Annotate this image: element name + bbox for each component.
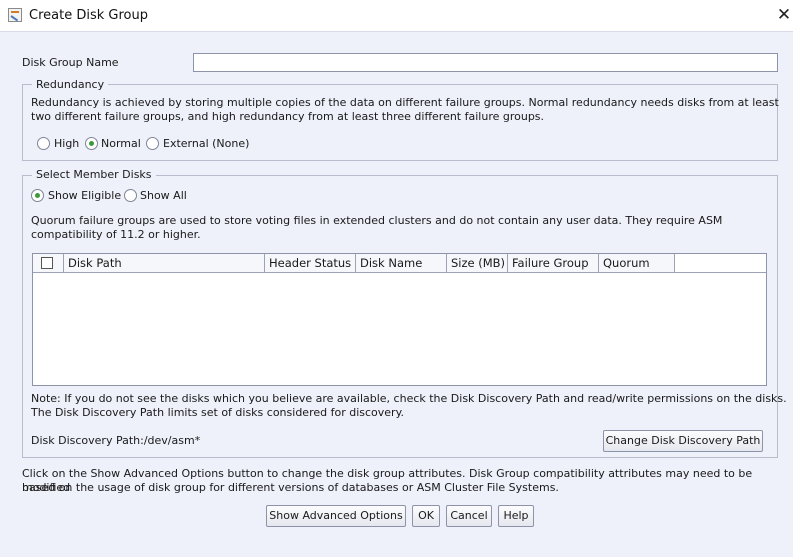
discovery-path-label: Disk Discovery Path:/dev/asm* <box>31 434 201 447</box>
column-header-disk-name[interactable]: Disk Name <box>356 254 447 273</box>
radio-high[interactable] <box>37 137 50 150</box>
disk-table[interactable]: Disk Path Header Status Disk Name Size (… <box>32 253 767 386</box>
radio-external[interactable] <box>146 137 159 150</box>
column-header-filler <box>675 254 766 273</box>
footer-note-line2: based on the usage of disk group for dif… <box>22 481 559 494</box>
title-bar: Create Disk Group ✕ <box>0 0 793 32</box>
quorum-note-line2: compatibility of 11.2 or higher. <box>31 228 201 241</box>
column-header-header-status[interactable]: Header Status <box>265 254 356 273</box>
help-button[interactable]: Help <box>498 505 534 527</box>
ok-button[interactable]: OK <box>412 505 440 527</box>
discovery-note-line1: Note: If you do not see the disks which … <box>31 392 787 405</box>
radio-show-eligible[interactable] <box>31 189 44 202</box>
discovery-note-line2: The Disk Discovery Path limits set of di… <box>31 406 405 419</box>
app-icon <box>8 8 22 22</box>
radio-show-all[interactable] <box>124 189 137 202</box>
redundancy-group-title: Redundancy <box>32 78 109 91</box>
radio-high-label[interactable]: High <box>54 137 79 150</box>
radio-show-all-label[interactable]: Show All <box>140 189 187 202</box>
close-icon[interactable]: ✕ <box>774 4 793 26</box>
column-header-quorum[interactable]: Quorum <box>599 254 675 273</box>
disk-group-name-input[interactable] <box>193 53 778 72</box>
show-advanced-options-button[interactable]: Show Advanced Options <box>266 505 406 527</box>
change-discovery-path-button[interactable]: Change Disk Discovery Path <box>603 430 763 452</box>
cancel-button[interactable]: Cancel <box>446 505 492 527</box>
select-all-checkbox[interactable] <box>41 257 53 269</box>
column-header-failure-group[interactable]: Failure Group <box>508 254 599 273</box>
member-disks-group-title: Select Member Disks <box>32 168 156 181</box>
radio-show-eligible-label[interactable]: Show Eligible <box>48 189 121 202</box>
column-header-disk-path[interactable]: Disk Path <box>64 254 265 273</box>
radio-external-label[interactable]: External (None) <box>163 137 249 150</box>
window-title: Create Disk Group <box>29 8 148 23</box>
column-header-size[interactable]: Size (MB) <box>447 254 508 273</box>
radio-normal-label[interactable]: Normal <box>101 137 141 150</box>
radio-normal[interactable] <box>85 137 98 150</box>
redundancy-description-line1: Redundancy is achieved by storing multip… <box>31 96 779 109</box>
quorum-note-line1: Quorum failure groups are used to store … <box>31 214 723 227</box>
disk-group-name-label: Disk Group Name <box>22 56 119 69</box>
redundancy-description-line2: two different failure groups, and high r… <box>31 110 545 123</box>
select-all-header[interactable] <box>33 254 64 273</box>
